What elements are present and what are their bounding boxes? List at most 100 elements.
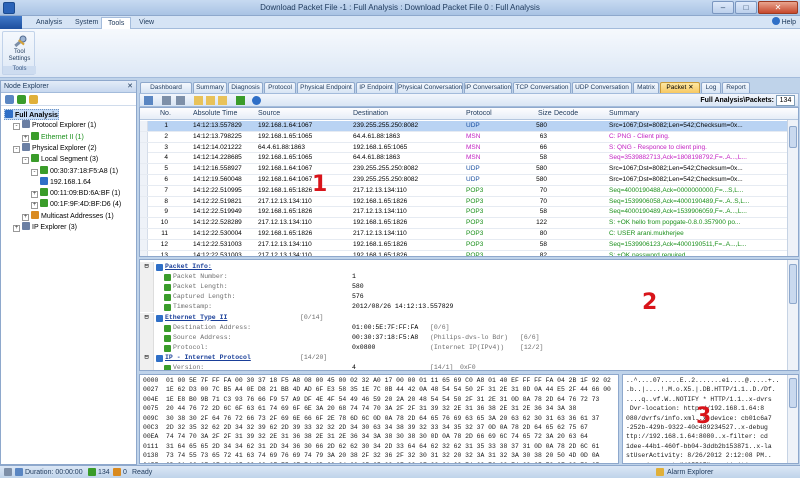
tree-node[interactable]: + IP Explorer (3) [13, 222, 77, 233]
tab-log[interactable]: Log [701, 82, 721, 93]
column-header[interactable]: Protocol [466, 108, 492, 120]
hex-line[interactable]: 0027 1E 62 D3 00 7C B5 A4 0E D8 21 BB 4D… [143, 385, 611, 394]
hex-line[interactable]: 00C3 2D 32 35 32 62 2D 34 32 39 62 2D 39… [143, 423, 588, 432]
add-node-icon[interactable] [17, 95, 26, 104]
tab-report[interactable]: Report [722, 82, 750, 93]
alarm-explorer-button[interactable]: Alarm Explorer [667, 467, 713, 478]
expand-icon[interactable]: + [22, 134, 29, 142]
hex-line[interactable]: 0000 01 00 5E 7F FF FA 00 30 37 18 F5 A8… [143, 376, 611, 385]
row-selector[interactable] [140, 153, 148, 164]
close-icon[interactable]: ✕ [127, 81, 133, 93]
application-menu-button[interactable] [0, 16, 22, 29]
detail-field[interactable]: Packet Length: 580 [140, 282, 798, 293]
tab-physical-endpoint[interactable]: Physical Endpoint [297, 82, 355, 93]
alarm-icon[interactable] [29, 95, 38, 104]
tree-node[interactable]: + Ethernet II (1) [22, 131, 84, 143]
row-selector[interactable] [140, 131, 148, 142]
ascii-line[interactable]: .b..|....!.M.o.X5.|.DB.HTTP/1.1..D./Df. [626, 385, 776, 394]
row-selector[interactable] [140, 239, 148, 250]
tab-summary[interactable]: Summary [193, 82, 227, 93]
packet-list-scrollbar[interactable] [787, 120, 798, 256]
detail-section-header[interactable]: ⊟ Packet Info: [140, 262, 798, 272]
hex-line[interactable]: 0138 73 74 55 73 65 72 41 63 74 69 76 69… [143, 451, 599, 460]
tab-matrix[interactable]: Matrix [633, 82, 659, 93]
column-header[interactable]: Decode [554, 108, 578, 120]
row-selector[interactable] [140, 164, 148, 175]
table-row[interactable]: 6 14:12:19.560048 192.168.1.64:1067 239.255… [140, 175, 798, 186]
detail-section-header[interactable]: ⊟ IP - Internet Protocol [14/20] [140, 352, 798, 363]
detail-field[interactable]: Version: 4 [14/1] 0xF0 [140, 363, 798, 370]
tree-node[interactable]: - 00:30:37:18:F5:A8 (1) [31, 165, 118, 177]
expand-icon[interactable]: + [13, 225, 20, 232]
tree-node[interactable]: - Protocol Explorer (1) [13, 120, 96, 131]
tree-node[interactable]: 192.168.1.64 [40, 176, 91, 188]
table-row[interactable]: 10 14:12:22.528289 217.12.13.134:110 192.16… [140, 218, 798, 229]
hex-line[interactable]: 015F 0D 0A 3C 6E 6F 64 65 20 63 6F 75 6E… [143, 461, 599, 463]
ascii-line[interactable]: stUserActivity: 8/26/2012 2:12:08 PM.. [626, 451, 772, 460]
tab-protocol[interactable]: Protocol [264, 82, 296, 93]
collapse-icon[interactable]: ⊟ [140, 262, 154, 272]
column-header[interactable]: Destination [353, 108, 388, 120]
ascii-line[interactable]: 1dee-44b1-460f-bb04-3ddb2b153871..x-la [626, 442, 772, 451]
tab-diagnosis[interactable]: Diagnosis [228, 82, 263, 93]
menu-system[interactable]: System [69, 17, 104, 29]
row-selector[interactable] [140, 207, 148, 218]
hex-line[interactable]: 0111 31 64 65 65 2D 34 34 62 31 2D 34 36… [143, 442, 599, 451]
collapse-icon[interactable]: - [31, 168, 38, 176]
menu-view[interactable]: View [133, 17, 160, 29]
view-hex-icon[interactable] [218, 96, 227, 105]
row-selector[interactable] [140, 142, 148, 153]
tab-ip-endpoint[interactable]: IP Endpoint [356, 82, 396, 93]
column-header[interactable]: Absolute Time [193, 108, 237, 120]
detail-field[interactable]: Packet Number: 1 [140, 272, 798, 283]
table-row[interactable]: 4 14:12:14.228685 192.168.1.65:1065 64.4.61… [140, 153, 798, 165]
row-selector[interactable] [140, 121, 148, 131]
tree-node[interactable]: +00:11:09:BD:6A:BF (1) [31, 188, 120, 199]
tab-udp-conversation[interactable]: UDP Conversation [572, 82, 632, 93]
forward-icon[interactable] [176, 96, 185, 105]
minimize-button[interactable]: – [712, 1, 734, 14]
table-row[interactable]: 12 14:12:22.531003 217.12.13.134:110 192.16… [140, 239, 798, 251]
tree-node[interactable]: - Local Segment (3) [22, 154, 98, 165]
expand-icon[interactable]: + [31, 202, 38, 210]
table-row[interactable]: 3 14:12:14.021222 64.4.61.88:1863 192.168.1… [140, 142, 798, 154]
column-header[interactable]: Source [258, 108, 280, 120]
table-row[interactable]: 1 14:12:13.557829 192.168.1.64:1067 239.255… [140, 121, 798, 132]
collapse-icon[interactable]: - [13, 145, 20, 153]
table-row[interactable]: 11 14:12:22.530004 192.168.1.65:1826 217.12… [140, 229, 798, 240]
column-header[interactable]: Size [538, 108, 552, 120]
detail-field[interactable]: Timestamp: 2012/08/26 14:12:13.557829 [140, 302, 798, 313]
row-selector[interactable] [140, 229, 148, 239]
hex-line[interactable]: 0075 20 44 76 72 2D 6C 6F 63 61 74 69 6F… [143, 404, 576, 413]
table-row[interactable]: 8 14:12:22.519821 217.12.13.134:110 192.168… [140, 196, 798, 208]
detail-section-header[interactable]: ⊟ Ethernet Type II [0/14] [140, 312, 798, 323]
detail-field[interactable]: Protocol: 0x0800 (Internet IP(IPv4)) [12/2] [140, 342, 798, 353]
ascii-line[interactable]: ttp://192.168.1.64:8080..x-filter: cd [626, 432, 768, 441]
close-button[interactable]: ✕ [758, 1, 798, 14]
table-row[interactable]: 7 14:12:22.510995 192.168.1.65:1826 217.12.… [140, 185, 798, 197]
alarm-icon[interactable] [656, 468, 664, 476]
tool-settings-button[interactable]: Tool Settings [3, 49, 36, 63]
detail-field[interactable]: Source Address: 00:30:37:18:F5:A8 (Philips… [140, 332, 798, 343]
row-selector[interactable] [140, 196, 148, 207]
collapse-icon[interactable]: - [13, 123, 20, 131]
tree-node[interactable]: +00:1F:9F:4D:BF:D6 (4) [31, 199, 121, 210]
hex-line[interactable]: 009C 30 38 30 2F 64 76 72 66 73 2F 69 6E… [143, 414, 599, 423]
tab-dashboard[interactable]: Dashboard [140, 82, 192, 93]
help-menu[interactable]: Help [771, 17, 796, 26]
expand-icon[interactable]: + [22, 213, 29, 221]
hex-line[interactable]: 004E 1E E8 B0 9B 71 C3 93 76 66 F9 57 A9… [143, 395, 599, 404]
back-icon[interactable] [162, 96, 171, 105]
menu-tools[interactable]: Tools [101, 17, 132, 29]
maximize-button[interactable]: □ [735, 1, 757, 14]
refresh-icon[interactable] [5, 95, 14, 104]
tab-physical-conversation[interactable]: Physical Conversation [397, 82, 463, 93]
find-icon[interactable] [236, 96, 245, 105]
table-row[interactable]: 5 14:12:16.558927 192.168.1.64:1067 239.255… [140, 164, 798, 175]
tool-settings-icon[interactable] [13, 35, 27, 48]
hex-line[interactable]: 00EA 74 74 70 3A 2F 2F 31 39 32 2E 31 36… [143, 432, 588, 441]
tree-node[interactable]: Full Analysis [4, 109, 59, 120]
view-grid-icon[interactable] [194, 96, 203, 105]
column-header[interactable]: Summary [609, 108, 639, 120]
close-tab-icon[interactable]: ✕ [686, 84, 693, 91]
